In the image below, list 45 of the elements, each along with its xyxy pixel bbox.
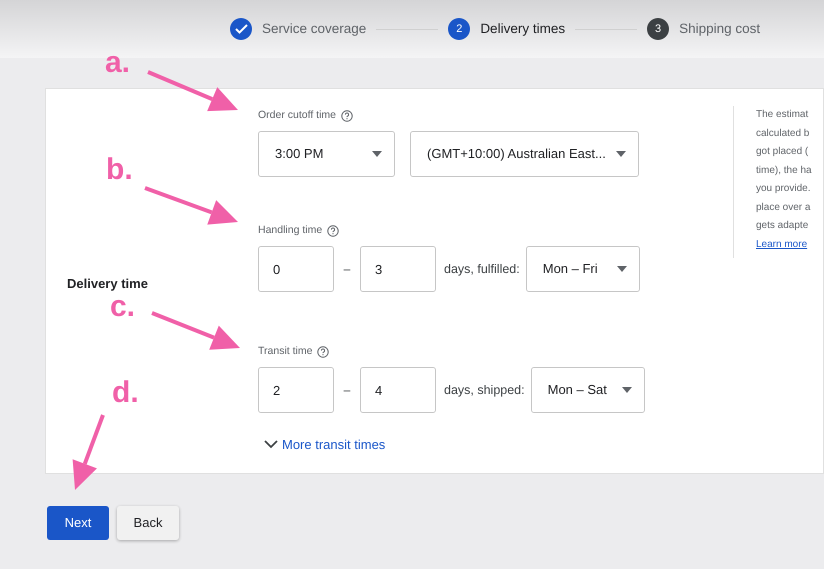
next-button[interactable]: Next	[47, 506, 109, 540]
field-suffix: days, shipped:	[444, 382, 525, 399]
field-suffix: days, fulfilled:	[444, 260, 520, 278]
help-icon[interactable]	[317, 346, 330, 358]
info-text-line: gets adapte	[756, 219, 810, 233]
help-icon[interactable]	[327, 225, 340, 237]
section-label: Delivery time	[67, 276, 148, 291]
dropdown-caret-icon	[372, 151, 382, 157]
field-label: Order cutoff time	[258, 108, 336, 124]
step-number: 3	[655, 22, 662, 37]
dropdown[interactable]: (GMT+10:00) Australian East...	[410, 131, 639, 177]
dropdown-caret-icon	[616, 151, 626, 157]
step-label: Shipping cost	[679, 20, 760, 38]
info-text-line: The estimat	[756, 108, 810, 122]
dash-text: –	[342, 382, 352, 399]
step-label: Service coverage	[262, 20, 366, 38]
learn-more-link[interactable]: Learn more	[756, 238, 808, 250]
chevron-down-icon	[264, 440, 278, 450]
back-button[interactable]: Back	[117, 506, 179, 540]
number-input[interactable]: 2	[258, 367, 334, 413]
info-text-line: got placed (	[756, 145, 810, 159]
annotation-label: a.	[105, 48, 130, 78]
step-label: Delivery times	[480, 20, 566, 38]
annotation-label: b.	[106, 155, 133, 185]
dropdown[interactable]: Mon – Sat	[530, 367, 645, 413]
field-label: Handling time	[258, 223, 322, 238]
dash-text: –	[342, 261, 352, 278]
number-input[interactable]: 4	[360, 367, 436, 413]
dropdown[interactable]: Mon – Fri	[526, 246, 640, 292]
annotation-label: c.	[110, 292, 136, 322]
info-text-line: place over a	[756, 200, 812, 214]
field-label: Transit time	[258, 344, 312, 360]
annotation-label: d.	[112, 378, 139, 408]
info-text-line: calculated b	[756, 126, 810, 140]
info-text-line: you provide.	[756, 182, 812, 196]
dropdown-caret-icon	[616, 266, 627, 272]
dropdown[interactable]: 3:00 PM	[258, 131, 395, 177]
help-icon[interactable]	[341, 110, 354, 122]
more-transit-link[interactable]: More transit times	[264, 435, 733, 454]
number-input[interactable]: 0	[258, 246, 334, 292]
info-text-line: time), the ha	[756, 164, 813, 178]
dropdown-caret-icon	[622, 387, 632, 393]
checkmark-icon	[234, 24, 248, 34]
number-input[interactable]: 3	[360, 246, 436, 292]
step-number: 2	[456, 22, 462, 37]
